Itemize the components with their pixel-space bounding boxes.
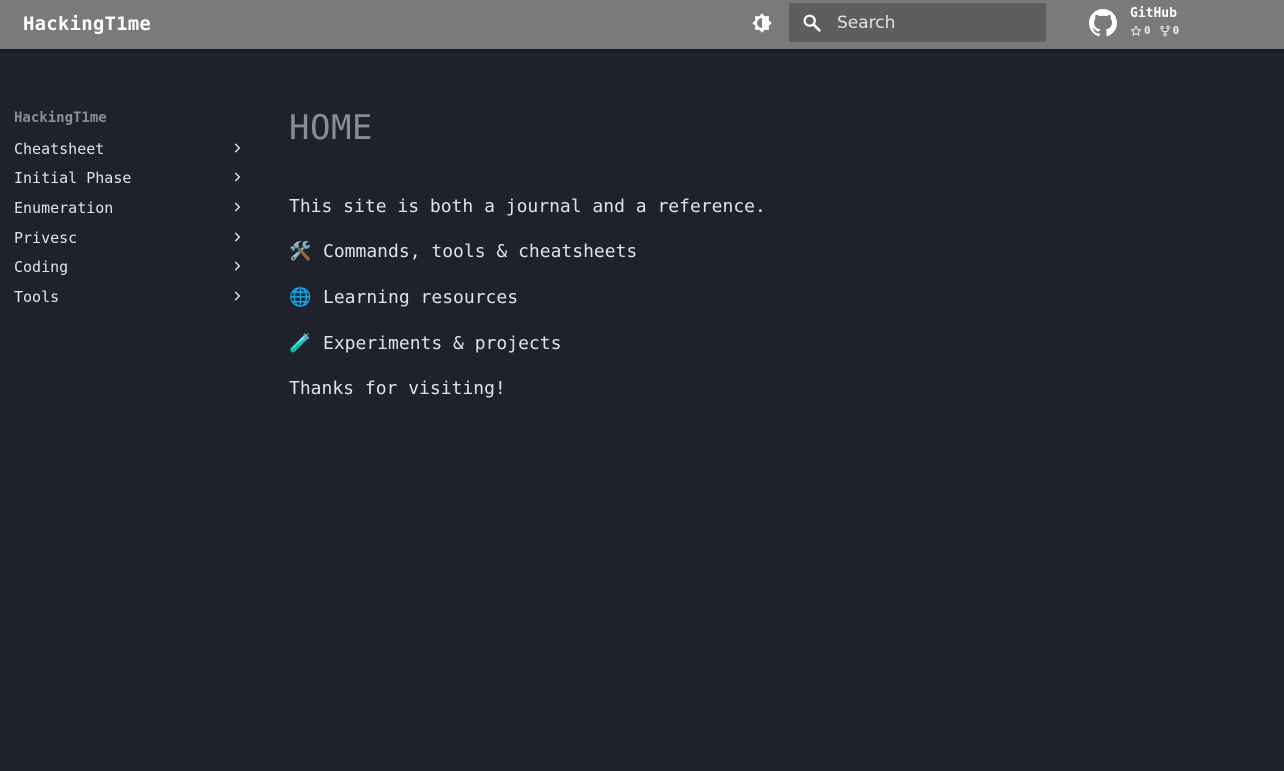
chevron-right-icon: [234, 261, 241, 271]
chevron-right-icon: [234, 143, 241, 153]
list-item-text: Learning resources: [323, 287, 519, 308]
github-repo-link[interactable]: GitHub 0 0: [1089, 5, 1209, 43]
repo-facts: 0 0: [1130, 24, 1187, 38]
search-input[interactable]: [837, 3, 1037, 42]
repo-forks-count: 0: [1172, 24, 1180, 37]
list-item-text: Commands, tools & cheatsheets: [323, 241, 638, 262]
search-box[interactable]: [789, 3, 1046, 42]
globe-icon: 🌐: [289, 287, 312, 308]
chevron-right-icon: [234, 202, 241, 212]
sidebar-item-label: Initial Phase: [14, 169, 132, 187]
sidebar-item-privesc[interactable]: Privesc: [14, 227, 244, 249]
star-icon: [1130, 25, 1142, 36]
list-item: 🌐 Learning resources: [289, 287, 518, 309]
fork-icon: [1159, 25, 1170, 37]
list-item-text: Experiments & projects: [323, 333, 562, 354]
repo-forks: 0: [1159, 24, 1180, 38]
chevron-right-icon: [234, 232, 241, 242]
repo-name: GitHub: [1130, 6, 1177, 21]
chevron-right-icon: [234, 291, 241, 301]
repo-stars: 0: [1130, 24, 1151, 38]
sidebar-item-label: Tools: [14, 288, 60, 306]
page-title: HOME: [289, 108, 373, 148]
sidebar-item-coding[interactable]: Coding: [14, 256, 244, 278]
sidebar-item-label: Privesc: [14, 229, 78, 247]
brightness-icon: [752, 13, 772, 33]
sidebar-item-label: Enumeration: [14, 199, 114, 217]
sidebar-item-label: Coding: [14, 258, 69, 276]
intro-text: This site is both a journal and a refere…: [289, 196, 766, 217]
search-icon: [803, 14, 821, 32]
sidebar-item-cheatsheet[interactable]: Cheatsheet: [14, 138, 244, 160]
outro-text: Thanks for visiting!: [289, 378, 506, 399]
sidebar-item-enumeration[interactable]: Enumeration: [14, 197, 244, 219]
sidebar-title[interactable]: HackingT1me: [14, 110, 107, 127]
github-icon: [1089, 9, 1117, 37]
list-item: 🧪 Experiments & projects: [289, 333, 561, 355]
header-bar: HackingT1me GitHub 0: [0, 0, 1284, 49]
sidebar-item-label: Cheatsheet: [14, 140, 105, 158]
theme-toggle-button[interactable]: [748, 9, 776, 37]
tools-icon: 🛠️: [289, 241, 312, 262]
site-title[interactable]: HackingT1me: [23, 12, 151, 36]
sidebar-item-tools[interactable]: Tools: [14, 286, 244, 308]
test-tube-icon: 🧪: [289, 333, 312, 354]
list-item: 🛠️ Commands, tools & cheatsheets: [289, 241, 637, 263]
repo-stars-count: 0: [1144, 24, 1151, 37]
chevron-right-icon: [234, 172, 241, 182]
sidebar-item-initial-phase[interactable]: Initial Phase: [14, 167, 244, 189]
